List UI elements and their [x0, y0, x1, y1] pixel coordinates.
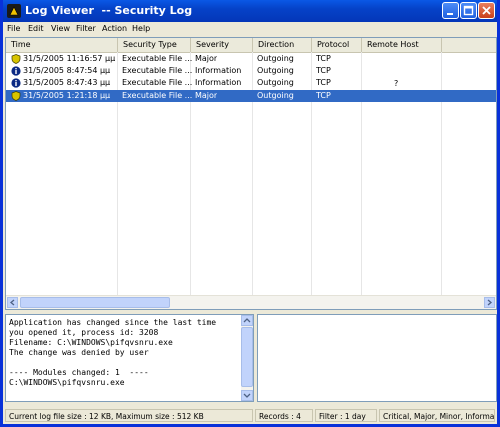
details-line: ---- Modules changed: 1 ---- [9, 368, 149, 377]
scroll-down-button[interactable] [241, 390, 253, 401]
cell-type: Executable File ... [122, 91, 193, 100]
maximize-button[interactable] [460, 2, 477, 19]
table-row[interactable]: 31/5/2005 8:47:43 μμ Executable File ...… [6, 77, 496, 89]
list-header: Time Security Type Severity Direction Pr… [6, 38, 496, 53]
column-header-severity[interactable]: Severity [191, 38, 253, 52]
menu-view[interactable]: View [51, 24, 70, 33]
scroll-up-button[interactable] [241, 315, 253, 326]
cell-time: 31/5/2005 8:47:54 μμ [23, 66, 111, 75]
details-text: Application has changed since the last t… [9, 318, 216, 388]
details-line: you opened it, process id: 3208 [9, 328, 159, 337]
column-header-direction[interactable]: Direction [253, 38, 312, 52]
cell-direction: Outgoing [257, 91, 294, 100]
cell-severity: Major [195, 91, 218, 100]
vertical-scrollbar[interactable] [241, 315, 253, 401]
cell-time: 31/5/2005 1:21:18 μμ [23, 91, 111, 100]
details-line: Filename: C:\WINDOWS\pifqvsnru.exe [9, 338, 173, 347]
menu-bar: File Edit View Filter Action Help [3, 22, 497, 36]
menu-filter[interactable]: Filter [76, 24, 96, 33]
arrow-up-icon [243, 318, 251, 323]
cell-protocol: TCP [316, 66, 331, 75]
scroll-right-button[interactable] [484, 297, 495, 308]
menu-file[interactable]: File [7, 24, 20, 33]
shield-icon [11, 91, 21, 101]
close-button[interactable] [478, 2, 495, 19]
app-icon [7, 4, 21, 18]
status-severity-levels: Critical, Major, Minor, Informa [379, 409, 495, 422]
cell-type: Executable File ... [122, 66, 193, 75]
details-line: The change was denied by user [9, 348, 149, 357]
cell-severity: Information [195, 66, 242, 75]
minimize-icon [447, 13, 453, 15]
minimize-button[interactable] [442, 2, 459, 19]
details-line: C:\WINDOWS\pifqvsnru.exe [9, 378, 125, 387]
cell-time: 31/5/2005 8:47:43 μμ [23, 78, 111, 87]
cell-type: Executable File ... [122, 54, 193, 63]
menu-edit[interactable]: Edit [28, 24, 44, 33]
cell-protocol: TCP [316, 78, 331, 87]
arrow-down-icon [243, 393, 251, 398]
info-icon [11, 78, 21, 88]
details-pane[interactable]: Application has changed since the last t… [5, 314, 254, 402]
cell-direction: Outgoing [257, 66, 294, 75]
status-log-size: Current log file size : 12 KB, Maximum s… [5, 409, 253, 422]
status-records: Records : 4 [255, 409, 313, 422]
cell-type: Executable File ... [122, 78, 193, 87]
scroll-thumb[interactable] [241, 327, 253, 387]
log-list[interactable]: Time Security Type Severity Direction Pr… [5, 37, 497, 310]
cell-protocol: TCP [316, 91, 331, 100]
cell-direction: Outgoing [257, 78, 294, 87]
column-header-time[interactable]: Time [6, 38, 118, 52]
table-row[interactable]: 31/5/2005 11:16:57 μμ Executable File ..… [6, 53, 496, 65]
arrow-left-icon [9, 299, 15, 306]
shield-icon [11, 54, 21, 64]
maximize-icon [463, 5, 474, 16]
details-line: Application has changed since the last t… [9, 318, 217, 327]
cell-time: 31/5/2005 11:16:57 μμ [23, 54, 116, 63]
info-icon [11, 66, 21, 76]
arrow-right-icon [487, 299, 493, 306]
scroll-thumb[interactable] [20, 297, 170, 308]
column-header-remote-host[interactable]: Remote Host [362, 38, 442, 52]
column-header-security-type[interactable]: Security Type [118, 38, 191, 52]
cell-severity: Information [195, 78, 242, 87]
table-row-selected[interactable]: 31/5/2005 1:21:18 μμ Executable File ...… [6, 90, 496, 102]
menu-action[interactable]: Action [102, 24, 127, 33]
menu-help[interactable]: Help [132, 24, 150, 33]
status-bar: Current log file size : 12 KB, Maximum s… [3, 407, 497, 424]
details-line [9, 358, 216, 368]
secondary-pane[interactable] [257, 314, 497, 402]
scroll-left-button[interactable] [7, 297, 18, 308]
log-viewer-window: Log Viewer -- Security Log File Edit Vie… [0, 0, 500, 427]
status-filter: Filter : 1 day [315, 409, 377, 422]
title-bar[interactable]: Log Viewer -- Security Log [3, 0, 497, 22]
cell-protocol: TCP [316, 54, 331, 63]
window-title: Log Viewer -- Security Log [25, 4, 193, 17]
cell-severity: Major [195, 54, 218, 63]
horizontal-scrollbar[interactable] [6, 295, 496, 309]
cell-direction: Outgoing [257, 54, 294, 63]
table-row[interactable]: 31/5/2005 8:47:54 μμ Executable File ...… [6, 65, 496, 88]
column-header-protocol[interactable]: Protocol [312, 38, 362, 52]
close-icon [482, 6, 491, 15]
